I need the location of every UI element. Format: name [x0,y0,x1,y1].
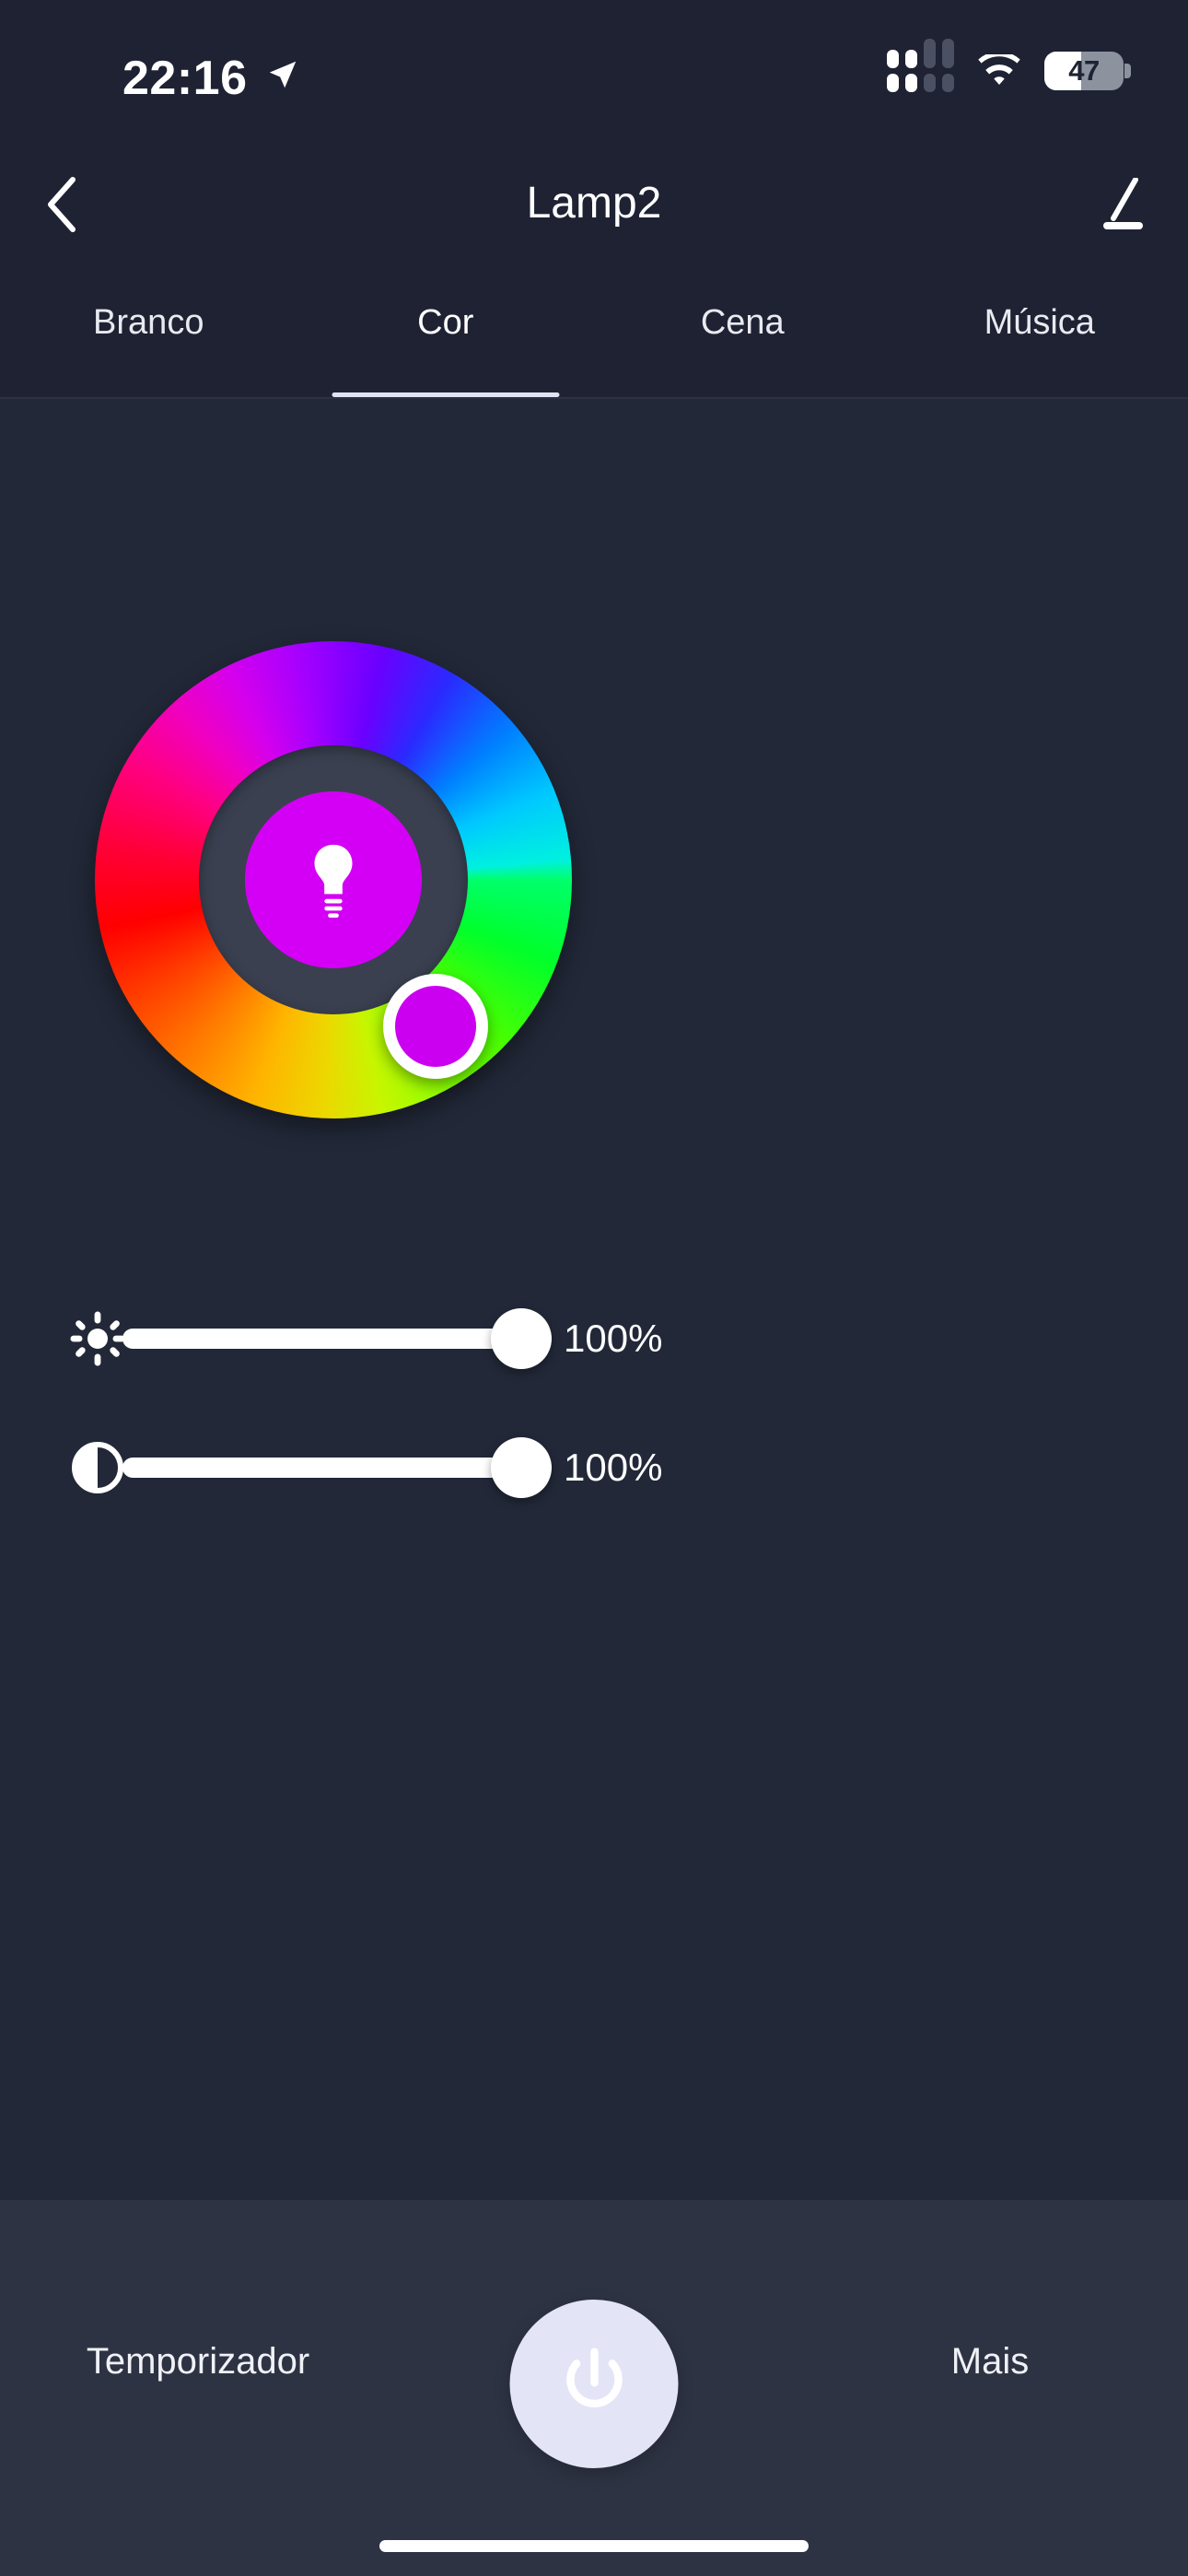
battery-nub [1124,64,1131,78]
tab-label: Cena [700,303,785,342]
more-label: Mais [950,2340,1030,2382]
tab-branco[interactable]: Branco [0,249,297,397]
tab-label: Branco [93,303,204,342]
timer-button[interactable]: Temporizador [0,2301,396,2421]
edit-button[interactable] [1085,171,1155,238]
slider-thumb[interactable] [491,1308,552,1369]
saturation-slider-row: 100% [0,1417,1188,1518]
pencil-edit-icon [1103,178,1143,229]
timer-label: Temporizador [86,2340,310,2382]
status-indicators: 47 [887,39,1131,92]
color-wheel-handle[interactable] [383,973,489,1079]
main-content: 100% 100% [0,399,1188,2200]
saturation-value: 100% [564,1446,663,1489]
brightness-slider[interactable] [122,1288,552,1389]
brightness-value: 100% [564,1317,663,1360]
power-button[interactable] [509,2300,679,2468]
cellular-signal-icon [887,39,954,92]
tab-cena[interactable]: Cena [594,249,891,397]
saturation-slider[interactable] [122,1417,552,1518]
more-button[interactable]: Mais [792,2301,1188,2421]
tab-label: Música [984,303,1095,342]
bottom-toolbar: Temporizador Mais [0,2200,1188,2576]
selected-color-swatch[interactable] [245,791,422,968]
battery-icon: 47 [1044,52,1131,90]
light-bulb-icon [314,844,353,918]
home-indicator[interactable] [379,2540,809,2552]
status-time: 22:16 [122,52,248,105]
contrast-half-circle-icon [67,1437,128,1498]
slider-track [122,1458,552,1478]
slider-thumb[interactable] [491,1437,552,1498]
power-button-icon [565,2348,623,2407]
tab-cor[interactable]: Cor [297,249,595,397]
wifi-icon [978,54,1020,85]
color-wheel[interactable] [95,641,572,1118]
status-bar: 22:16 47 [0,0,1188,157]
tab-bar: Branco Cor Cena Música [0,249,1188,399]
tab-musica[interactable]: Música [891,249,1188,397]
battery-percent-label: 47 [1068,54,1100,87]
navigation-bar: Lamp2 [0,157,1188,249]
brightness-sun-icon [67,1308,128,1369]
brightness-slider-row: 100% [0,1288,1188,1389]
tab-label: Cor [417,303,474,342]
app-screen: 22:16 47 Lamp2 Branco Cor Cena Música 10… [0,0,1188,2576]
page-title: Lamp2 [526,178,662,228]
location-arrow-icon [269,61,297,88]
slider-track [122,1329,552,1349]
